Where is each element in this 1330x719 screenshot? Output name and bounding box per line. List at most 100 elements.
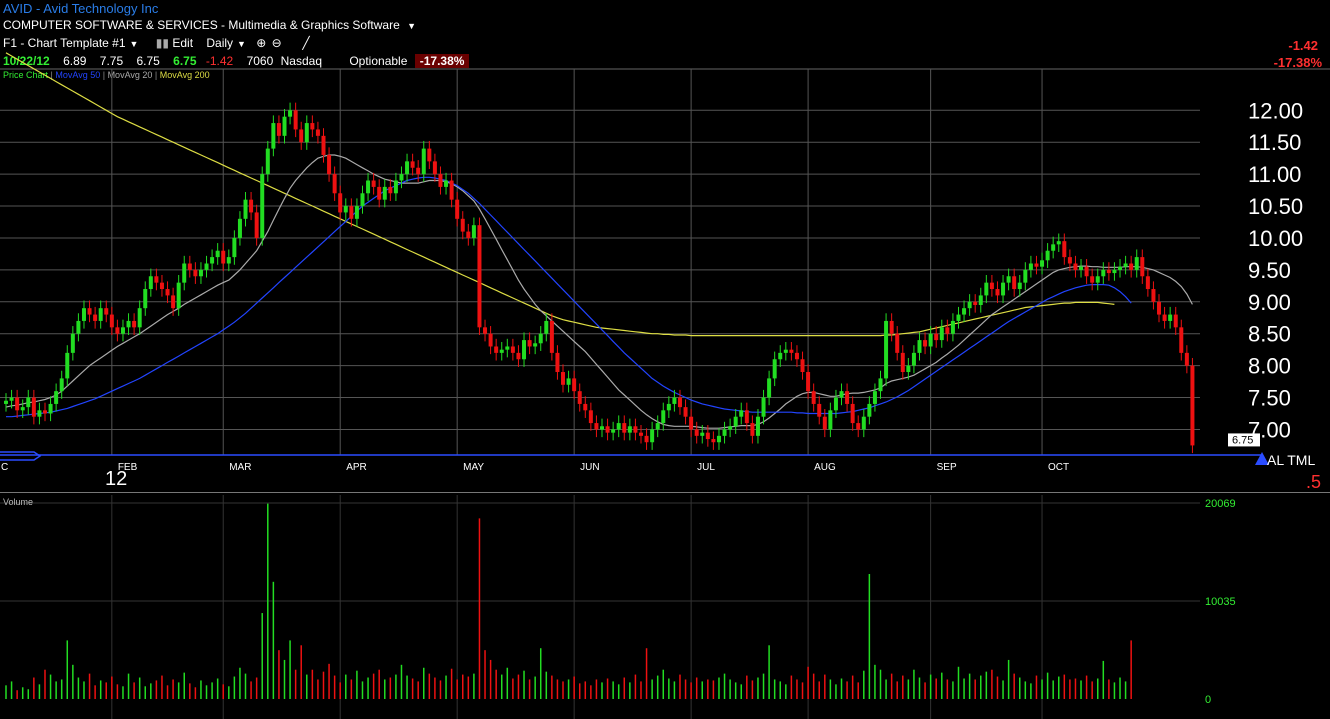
candle-body (572, 378, 577, 392)
candle-body (338, 193, 343, 213)
scroll-handle (0, 451, 42, 461)
candle-body (850, 403, 855, 424)
candle-body (700, 432, 705, 436)
candle-body (1023, 269, 1028, 283)
candle-body (288, 110, 293, 117)
candle-body (1028, 263, 1033, 270)
candle-body (611, 429, 616, 433)
candle-body (588, 410, 593, 424)
candle-body (861, 416, 866, 430)
candle-body (627, 426, 632, 433)
candle-body (806, 372, 811, 392)
month-label: MAR (229, 462, 251, 473)
candle-body (76, 320, 81, 334)
candle-body (271, 123, 276, 149)
candle-body (327, 154, 332, 175)
candle-body (962, 308, 967, 315)
candle-body (182, 263, 187, 283)
candle-body (31, 397, 36, 417)
candle-body (382, 186, 387, 200)
candle-body (1101, 269, 1106, 277)
candle-body (260, 174, 265, 238)
candle-body (923, 340, 928, 347)
candle-body (1140, 257, 1145, 277)
candle-body (677, 397, 682, 408)
candle-body (388, 186, 393, 194)
candle-body (884, 320, 889, 379)
candle-body (343, 206, 348, 213)
candle-body (867, 403, 872, 417)
month-label: OCT (1048, 462, 1069, 473)
candle-body (722, 429, 727, 436)
candle-body (226, 257, 231, 264)
candle-body (728, 426, 733, 430)
candle-body (705, 432, 710, 440)
price-volume-chart[interactable]: 12.00 11.50 11.00 10.50 10.00 9.50 9.00 8.50 8.0… (0, 0, 1330, 719)
candle-body (516, 352, 521, 360)
candle-body (466, 231, 471, 238)
candle-body (399, 174, 404, 181)
month-label: C (1, 462, 8, 473)
candle-body (1090, 276, 1095, 283)
candle-body (767, 378, 772, 398)
price-tick-label: 8.50 (1248, 322, 1291, 347)
candle-body (973, 301, 978, 305)
price-tick-label: 9.50 (1248, 258, 1291, 283)
candle-body (800, 359, 805, 373)
candle-body (622, 423, 627, 433)
candle-body (1179, 327, 1184, 353)
price-tick-label: 10.00 (1248, 226, 1303, 251)
candle-body (1084, 266, 1089, 277)
candle-body (739, 410, 744, 417)
candle-body (187, 263, 192, 270)
candle-body (1012, 276, 1017, 290)
candle-body (672, 397, 677, 404)
candle-body (1051, 244, 1056, 251)
candle-body (293, 110, 298, 130)
candle-body (934, 333, 939, 341)
candle-body (1118, 266, 1123, 270)
candle-body (455, 199, 460, 219)
candle-body (522, 340, 527, 360)
volume-tick-label: 10035 (1205, 596, 1236, 608)
price-tick-label: 11.00 (1248, 162, 1301, 187)
candle-body (332, 174, 337, 194)
candle-body (555, 352, 560, 373)
candle-body (956, 314, 961, 321)
candle-body (1095, 276, 1100, 283)
candle-body (354, 206, 359, 219)
candle-body (989, 282, 994, 290)
candle-body (878, 378, 883, 392)
candle-body (444, 180, 449, 187)
candle-body (828, 410, 833, 430)
candle-body (644, 435, 649, 443)
candle-body (4, 400, 8, 404)
candle-body (460, 218, 465, 232)
candle-body (120, 327, 125, 334)
candle-body (65, 352, 70, 379)
candle-body (633, 426, 638, 433)
candle-body (310, 123, 315, 130)
candle-body (839, 391, 844, 398)
candle-body (276, 123, 281, 136)
candle-body (37, 410, 42, 417)
candle-body (126, 320, 131, 328)
candle-body (193, 269, 198, 277)
candle-body (143, 289, 148, 309)
candle-body (778, 352, 783, 360)
candle-body (711, 439, 716, 443)
candle-body (666, 403, 671, 411)
candle-body (984, 282, 989, 296)
candle-body (1006, 276, 1011, 283)
candle-body (950, 320, 955, 334)
candle-body (321, 135, 326, 155)
candle-body (689, 416, 694, 430)
candle-body (449, 180, 454, 200)
candle-body (1079, 266, 1084, 270)
candle-body (304, 123, 309, 143)
candle-body (427, 148, 432, 162)
candle-body (577, 391, 582, 404)
candle-body (594, 423, 599, 430)
candle-body (299, 129, 304, 143)
price-tick-label: 7.50 (1248, 386, 1291, 411)
